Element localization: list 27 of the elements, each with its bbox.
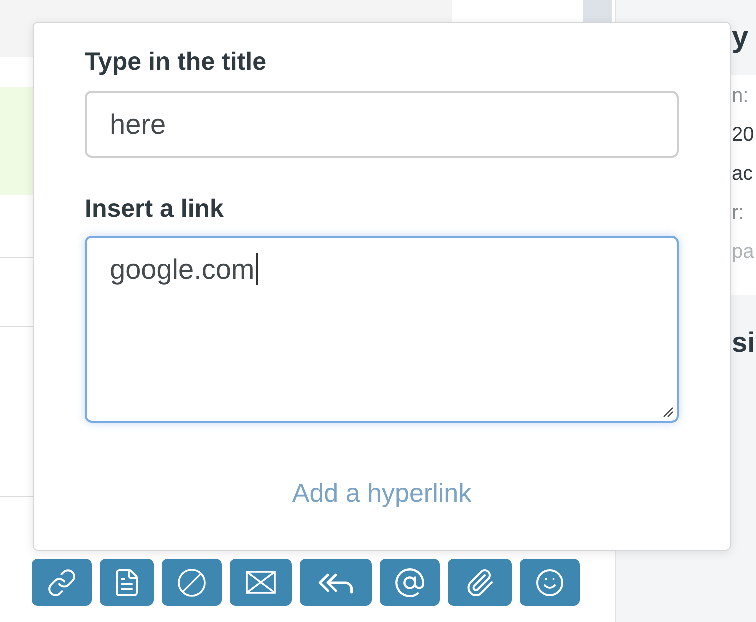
- text-area[interactable]: google.com: [85, 236, 679, 423]
- toolbar-button[interactable]: [380, 559, 440, 606]
- detail-hint: pa: [732, 240, 754, 264]
- toolbar-button[interactable]: [520, 559, 580, 606]
- chain-icon: [47, 568, 77, 598]
- panel-heading: y: [732, 20, 749, 54]
- paperclip-icon: [465, 568, 495, 598]
- slash-circle-icon: [178, 568, 206, 596]
- at-sign-icon: [394, 566, 426, 598]
- text-input[interactable]: here: [85, 91, 679, 158]
- toolbar-button[interactable]: [300, 559, 372, 606]
- detail-value: 20: [732, 122, 754, 146]
- detail-label: r:: [732, 200, 744, 224]
- envelope-icon: [246, 571, 276, 594]
- toolbar-button[interactable]: [230, 559, 292, 606]
- smiley-icon: [535, 568, 565, 598]
- field-label: Insert a link: [85, 194, 224, 224]
- detail-value: ac: [732, 162, 754, 186]
- toolbar-button[interactable]: [448, 559, 512, 606]
- detail-label: n:: [732, 84, 749, 108]
- section-heading: si: [732, 326, 756, 360]
- field-label: Type in the title: [85, 47, 266, 77]
- text-cursor: [256, 253, 258, 285]
- toolbar-button[interactable]: [100, 559, 154, 606]
- toolbar-button[interactable]: [32, 559, 92, 606]
- resize-handle-icon[interactable]: [663, 407, 674, 418]
- toolbar-button[interactable]: [162, 559, 222, 606]
